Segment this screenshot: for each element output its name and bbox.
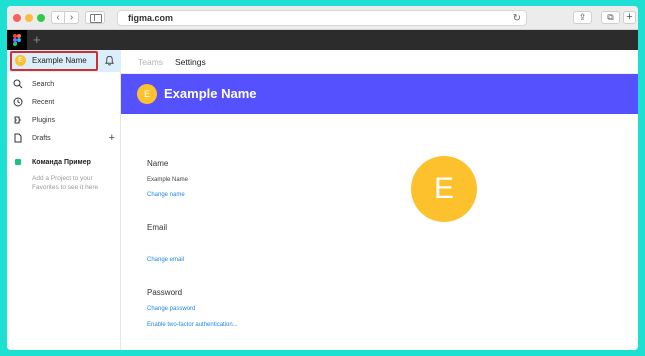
search-icon bbox=[13, 79, 23, 89]
address-bar[interactable]: figma.com ↻ bbox=[117, 10, 527, 26]
url-text: figma.com bbox=[128, 13, 174, 23]
tab-settings[interactable]: Settings bbox=[175, 56, 206, 68]
share-icon[interactable]: ⇪ bbox=[573, 11, 592, 24]
browser-toolbar: ‹ › figma.com ↻ ⇪ ⧉ + bbox=[7, 6, 638, 30]
new-tab-button[interactable]: + bbox=[623, 11, 636, 24]
clock-icon bbox=[13, 97, 23, 107]
user-avatar: E bbox=[15, 55, 26, 66]
team-color-icon bbox=[15, 159, 21, 165]
figma-new-tab-button[interactable]: + bbox=[33, 32, 41, 48]
enable-2fa-link[interactable]: Enable two-factor authentication... bbox=[147, 321, 238, 330]
profile-avatar[interactable]: E bbox=[411, 156, 477, 222]
sidebar-item-label: Drafts bbox=[32, 135, 51, 142]
password-label: Password bbox=[147, 288, 183, 297]
sidebar-item-drafts[interactable]: Drafts + bbox=[7, 131, 121, 147]
sidebar-item-label: Plugins bbox=[32, 117, 55, 124]
sidebar-item-team[interactable]: Команда Пример bbox=[7, 156, 121, 170]
main-tabs: Teams Settings bbox=[121, 50, 638, 74]
bell-icon[interactable] bbox=[104, 55, 115, 66]
email-label: Email bbox=[147, 223, 168, 232]
sidebar-item-label: Recent bbox=[32, 99, 55, 106]
file-icon bbox=[14, 133, 22, 143]
main-content: Teams Settings E Example Name Name Examp… bbox=[121, 50, 638, 350]
figma-logo-icon bbox=[13, 34, 21, 46]
favorites-hint: Add a Project to your Favorites to see i… bbox=[32, 175, 99, 191]
name-label: Name bbox=[147, 159, 169, 168]
tab-overview-icon[interactable]: ⧉ bbox=[601, 11, 620, 24]
tab-teams[interactable]: Teams bbox=[138, 56, 163, 68]
change-name-link[interactable]: Change name bbox=[147, 191, 185, 200]
figma-home-button[interactable] bbox=[7, 30, 27, 50]
team-name: Команда Пример bbox=[32, 159, 91, 166]
sidebar-user-row[interactable]: E Example Name bbox=[7, 50, 121, 72]
zoom-window-button[interactable] bbox=[37, 14, 45, 22]
close-window-button[interactable] bbox=[13, 14, 21, 22]
banner-avatar: E bbox=[137, 84, 157, 104]
banner-title: Example Name bbox=[164, 86, 257, 101]
sidebar-item-recent[interactable]: Recent bbox=[7, 95, 121, 111]
profile-banner: E Example Name bbox=[121, 74, 638, 114]
change-email-link[interactable]: Change email bbox=[147, 256, 184, 265]
add-draft-button[interactable]: + bbox=[109, 131, 115, 145]
name-value: Example Name bbox=[147, 177, 189, 183]
sidebar-item-label: Search bbox=[32, 81, 55, 88]
sidebar-item-plugins[interactable]: Plugins bbox=[7, 113, 121, 129]
sidebar-toggle-icon[interactable] bbox=[85, 11, 105, 24]
plugin-icon bbox=[14, 116, 21, 124]
forward-icon[interactable]: › bbox=[65, 11, 79, 24]
user-name: Example Name bbox=[32, 56, 87, 65]
sidebar-item-search[interactable]: Search bbox=[7, 77, 121, 93]
minimize-window-button[interactable] bbox=[25, 14, 33, 22]
change-password-link[interactable]: Change password bbox=[147, 305, 195, 314]
browser-window: ‹ › figma.com ↻ ⇪ ⧉ + + E Example Name S… bbox=[7, 6, 638, 350]
reload-icon[interactable]: ↻ bbox=[513, 12, 521, 25]
back-icon[interactable]: ‹ bbox=[51, 11, 65, 24]
figma-tab-bar: + bbox=[7, 30, 638, 50]
sidebar: E Example Name Search Recent Plugins Dra… bbox=[7, 50, 121, 350]
